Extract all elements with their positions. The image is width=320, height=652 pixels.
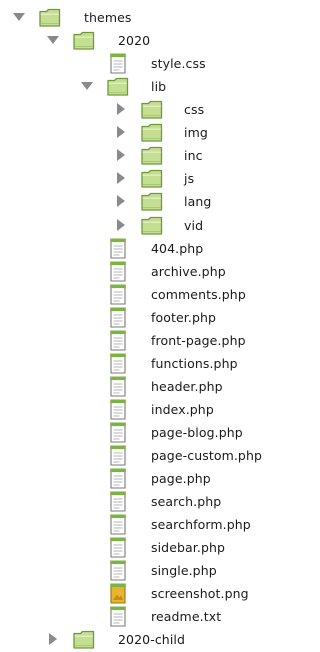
- tree-item-readme-txt[interactable]: readme.txt: [0, 605, 270, 628]
- document-icon: [106, 352, 130, 375]
- tree-item-label: header.php: [151, 378, 223, 394]
- tree-item-searchform-php[interactable]: searchform.php: [0, 513, 270, 536]
- tree-item-404-php[interactable]: 404.php: [0, 237, 270, 260]
- disclosure-triangle-down-icon[interactable]: [12, 10, 26, 24]
- tree-item-archive-php[interactable]: archive.php: [0, 260, 270, 283]
- folder-icon: [140, 121, 164, 144]
- folder-icon: [72, 628, 96, 651]
- tree-item-label: archive.php: [151, 263, 226, 279]
- tree-item-label: lang: [184, 194, 212, 210]
- tree-item-page-custom-php[interactable]: page-custom.php: [0, 444, 270, 467]
- tree-item-lib[interactable]: lib: [0, 75, 270, 98]
- tree-item-label: img: [184, 125, 208, 141]
- tree-item-inc[interactable]: inc: [0, 144, 270, 167]
- tree-item-label: footer.php: [151, 309, 217, 325]
- tree-item-label: page-blog.php: [151, 424, 243, 440]
- tree-item-js[interactable]: js: [0, 167, 270, 190]
- document-icon: [106, 52, 130, 75]
- tree-item-page-blog-php[interactable]: page-blog.php: [0, 421, 270, 444]
- tree-item-label: sidebar.php: [151, 540, 226, 556]
- image-file-icon: [106, 582, 130, 605]
- tree-item-label: inc: [184, 148, 203, 164]
- tree-item-label: lib: [151, 79, 167, 95]
- tree-item-header-php[interactable]: header.php: [0, 375, 270, 398]
- tree-item-label: style.css: [151, 56, 206, 72]
- tree-item-sidebar-php[interactable]: sidebar.php: [0, 536, 270, 559]
- document-icon: [106, 444, 130, 467]
- folder-icon: [38, 6, 62, 29]
- document-icon: [106, 260, 130, 283]
- tree-item-2020-child[interactable]: 2020-child: [0, 628, 270, 651]
- tree-item-style-css[interactable]: style.css: [0, 52, 270, 75]
- tree-item-label: readme.txt: [151, 609, 222, 625]
- tree-item-single-php[interactable]: single.php: [0, 559, 270, 582]
- tree-item-label: index.php: [151, 401, 214, 417]
- tree-item-label: css: [184, 102, 205, 118]
- disclosure-triangle-right-icon[interactable]: [114, 125, 128, 139]
- disclosure-triangle-right-icon[interactable]: [114, 102, 128, 116]
- tree-item-label: functions.php: [151, 355, 238, 371]
- document-icon: [106, 605, 130, 628]
- folder-icon: [140, 98, 164, 121]
- tree-item-label: vid: [184, 217, 204, 233]
- tree-item-vid[interactable]: vid: [0, 214, 270, 237]
- document-icon: [106, 467, 130, 490]
- tree-item-page-php[interactable]: page.php: [0, 467, 270, 490]
- tree-item-search-php[interactable]: search.php: [0, 490, 270, 513]
- document-icon: [106, 421, 130, 444]
- tree-item-css[interactable]: css: [0, 98, 270, 121]
- tree-item-label: js: [184, 171, 195, 187]
- tree-item-screenshot-png[interactable]: screenshot.png: [0, 582, 270, 605]
- document-icon: [106, 375, 130, 398]
- folder-icon: [140, 190, 164, 213]
- tree-item-label: searchform.php: [151, 517, 251, 533]
- tree-item-label: front-page.php: [151, 332, 246, 348]
- document-icon: [106, 329, 130, 352]
- document-icon: [106, 283, 130, 306]
- tree-item-label: 2020: [118, 33, 151, 49]
- document-icon: [106, 559, 130, 582]
- tree-item-label: themes: [84, 10, 132, 25]
- tree-item-label: comments.php: [151, 286, 246, 302]
- document-icon: [106, 490, 130, 513]
- tree-item-themes[interactable]: themes: [0, 6, 270, 29]
- tree-item-footer-php[interactable]: footer.php: [0, 306, 270, 329]
- folder-icon: [140, 167, 164, 190]
- document-icon: [106, 513, 130, 536]
- tree-item-2020[interactable]: 2020: [0, 29, 270, 52]
- tree-item-comments-php[interactable]: comments.php: [0, 283, 270, 306]
- disclosure-triangle-right-icon[interactable]: [114, 148, 128, 162]
- tree-item-label: 404.php: [151, 240, 204, 256]
- folder-icon: [140, 144, 164, 167]
- folder-icon: [106, 75, 130, 98]
- tree-item-label: search.php: [151, 494, 222, 510]
- disclosure-triangle-right-icon[interactable]: [46, 632, 60, 646]
- tree-item-lang[interactable]: lang: [0, 190, 270, 213]
- document-icon: [106, 237, 130, 260]
- document-icon: [106, 398, 130, 421]
- document-icon: [106, 306, 130, 329]
- disclosure-triangle-right-icon[interactable]: [114, 218, 128, 232]
- tree-item-functions-php[interactable]: functions.php: [0, 352, 270, 375]
- tree-item-label: single.php: [151, 563, 217, 579]
- disclosure-triangle-right-icon[interactable]: [114, 194, 128, 208]
- tree-item-label: page.php: [151, 471, 211, 486]
- tree-item-label: screenshot.png: [151, 586, 249, 602]
- disclosure-triangle-right-icon[interactable]: [114, 171, 128, 185]
- tree-item-index-php[interactable]: index.php: [0, 398, 270, 421]
- tree-item-label: 2020-child: [118, 632, 185, 648]
- tree-item-front-page-php[interactable]: front-page.php: [0, 329, 270, 352]
- tree-item-img[interactable]: img: [0, 121, 270, 144]
- disclosure-triangle-down-icon[interactable]: [80, 79, 94, 93]
- document-icon: [106, 536, 130, 559]
- folder-icon: [72, 29, 96, 52]
- tree-item-label: page-custom.php: [151, 447, 263, 463]
- folder-icon: [140, 214, 164, 237]
- disclosure-triangle-down-icon[interactable]: [46, 33, 60, 47]
